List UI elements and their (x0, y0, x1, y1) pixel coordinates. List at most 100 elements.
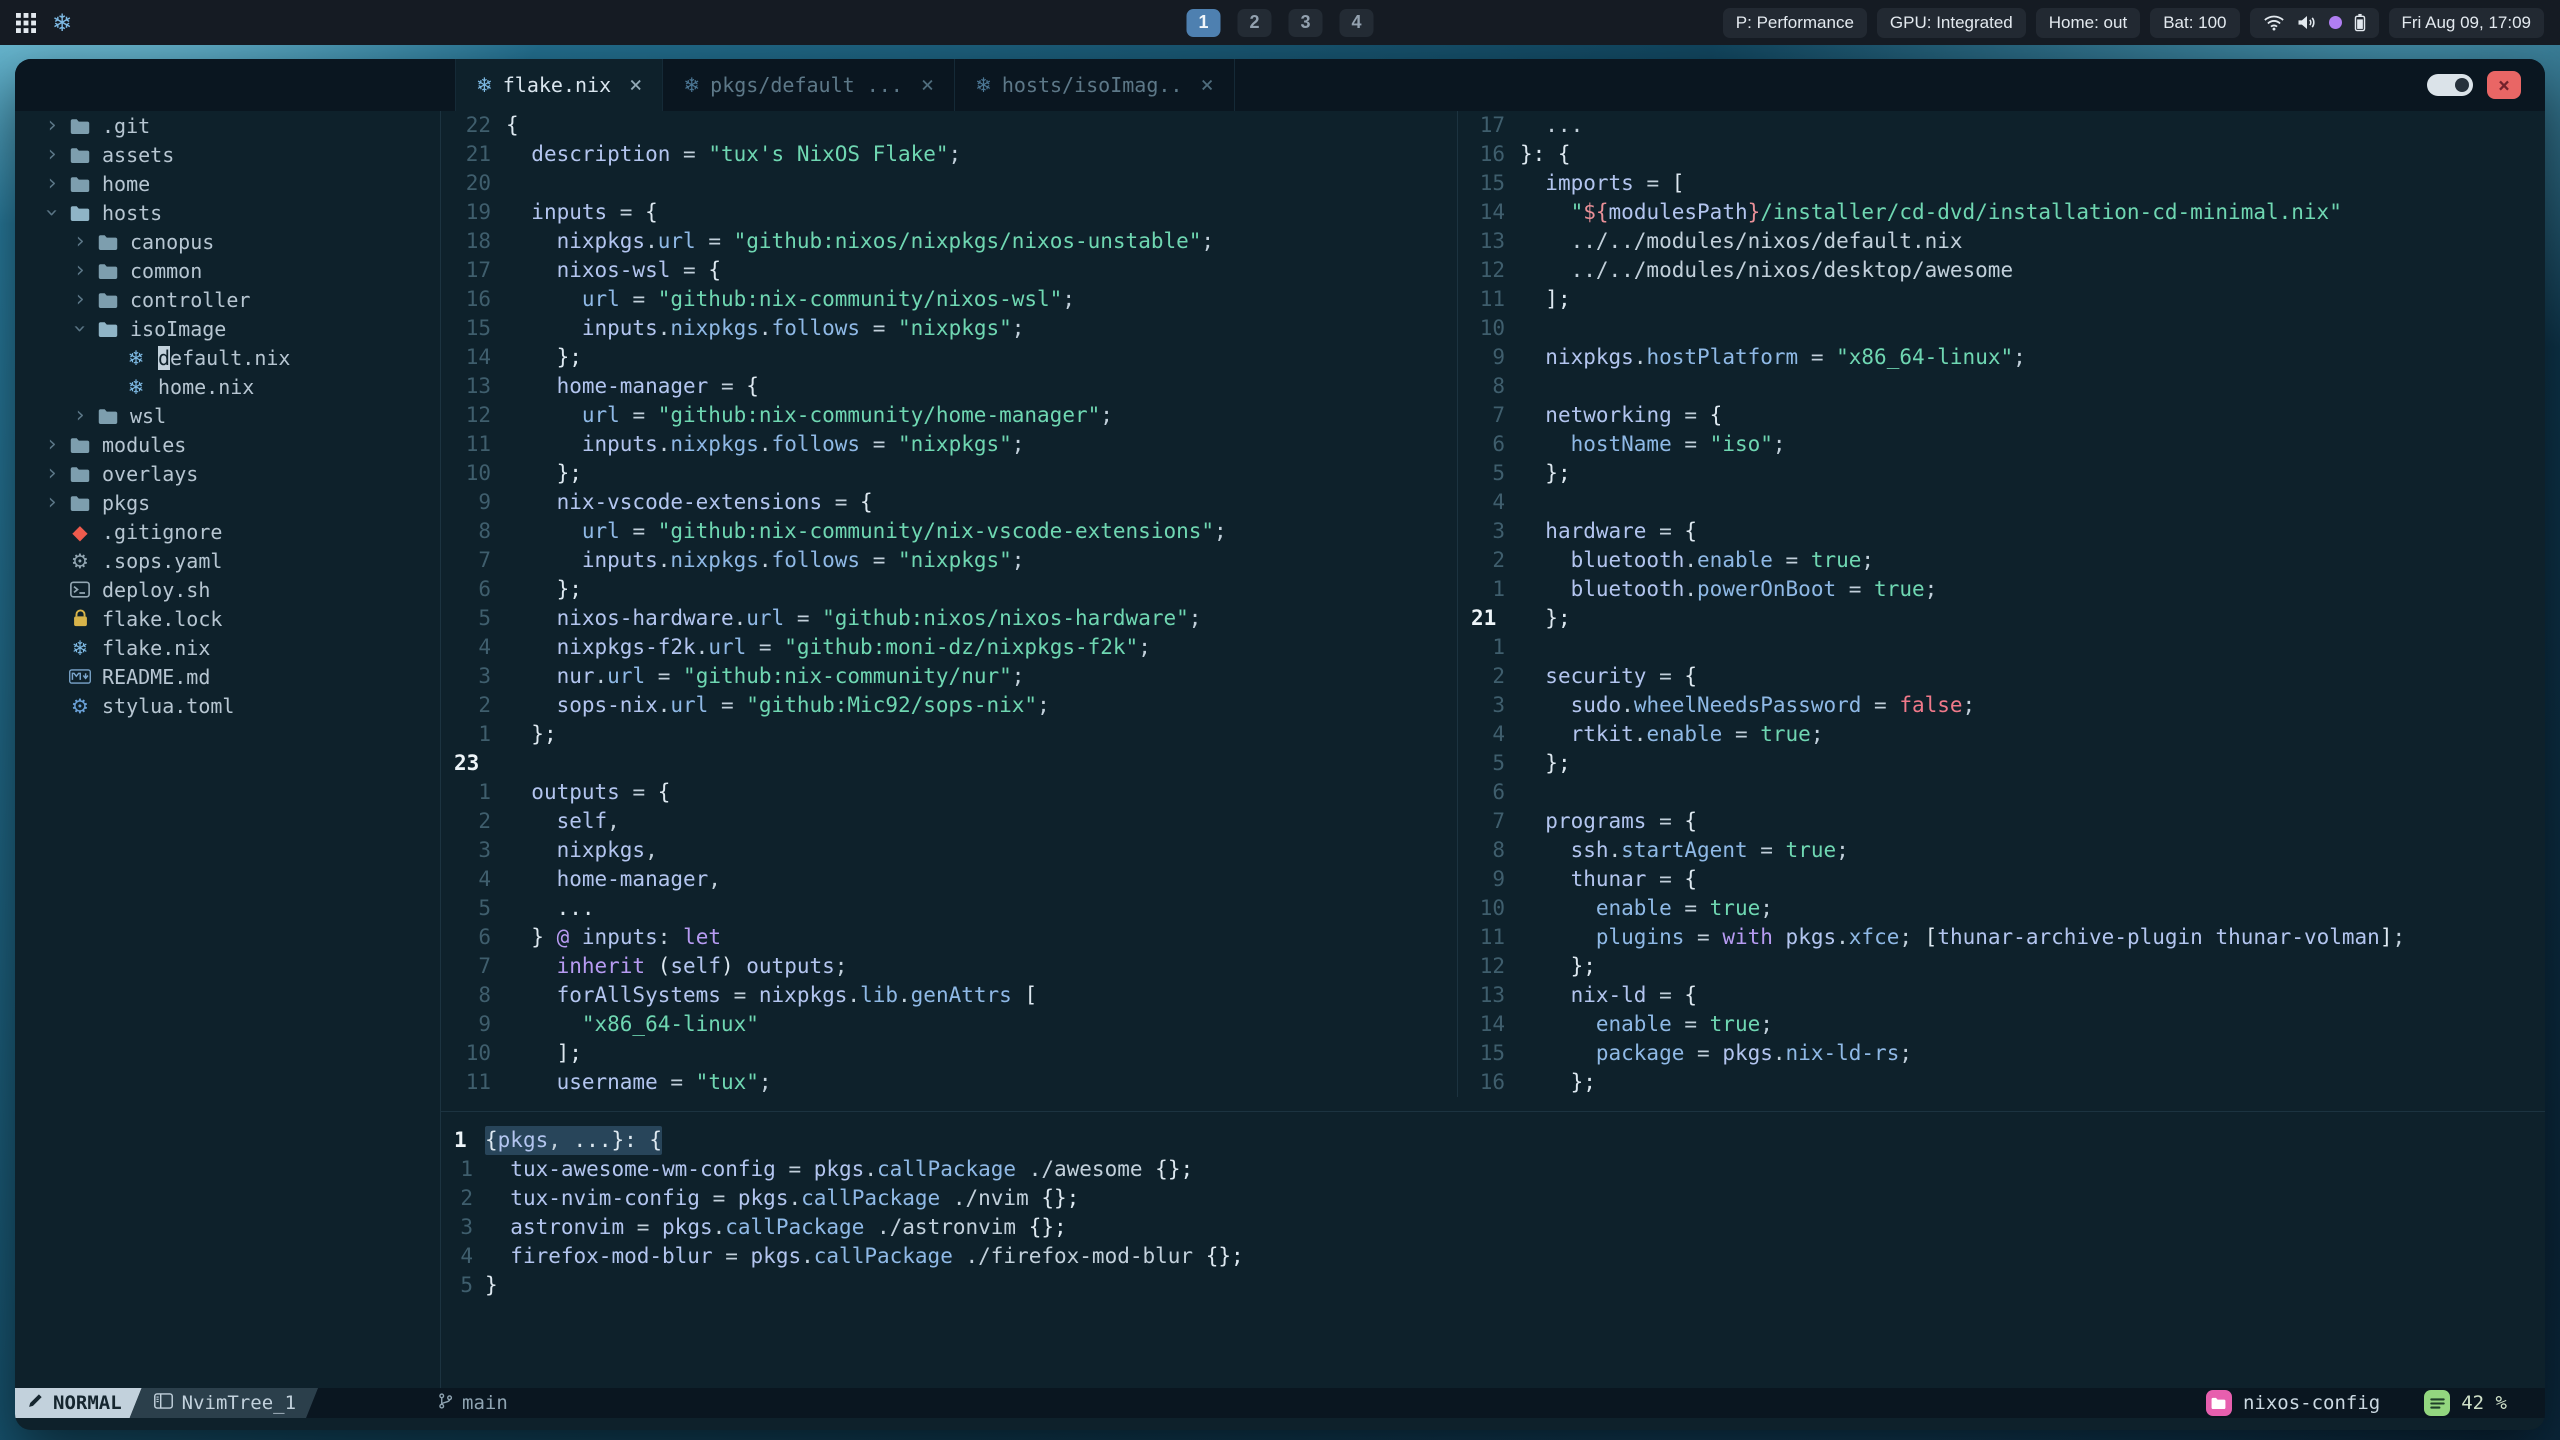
code-line[interactable]: 15 inputs.nixpkgs.follows = "nixpkgs"; (441, 314, 1457, 343)
code-line[interactable]: 4 rtkit.enable = true; (1458, 720, 2545, 749)
status-dot-icon[interactable] (2328, 16, 2342, 29)
code-line[interactable]: 16 }; (1458, 1068, 2545, 1097)
code-line[interactable]: 10 }; (441, 459, 1457, 488)
tree-item-hosts[interactable]: › hosts (15, 198, 440, 227)
code-line[interactable]: 19 inputs = { (441, 198, 1457, 227)
code-line[interactable]: 1 outputs = { (441, 778, 1457, 807)
code-line[interactable]: 7 networking = { (1458, 401, 2545, 430)
code-line[interactable]: 9 "x86_64-linux" (441, 1010, 1457, 1039)
code-line[interactable]: 9 nixpkgs.hostPlatform = "x86_64-linux"; (1458, 343, 2545, 372)
code-line[interactable]: 1 tux-awesome-wm-config = pkgs.callPacka… (441, 1155, 2545, 1184)
tree-item-home[interactable]: › home (15, 169, 440, 198)
tab-close-icon[interactable]: × (921, 73, 934, 98)
tree-item-home.nix[interactable]: ❄ home.nix (15, 372, 440, 401)
code-line[interactable]: 5 }; (1458, 749, 2545, 778)
code-line[interactable]: 2 bluetooth.enable = true; (1458, 546, 2545, 575)
tab-flake.nix[interactable]: ❄ flake.nix × (455, 59, 663, 111)
tree-item-.gitignore[interactable]: ◆ .gitignore (15, 517, 440, 546)
tree-item-flake.nix[interactable]: ❄ flake.nix (15, 633, 440, 662)
chevron-right-icon[interactable]: › (39, 113, 65, 138)
code-line[interactable]: 12 ../../modules/nixos/desktop/awesome (1458, 256, 2545, 285)
code-line[interactable]: 17 ... (1458, 111, 2545, 140)
code-line[interactable]: 18 nixpkgs.url = "github:nixos/nixpkgs/n… (441, 227, 1457, 256)
code-line[interactable]: 21 description = "tux's NixOS Flake"; (441, 140, 1457, 169)
code-line[interactable]: 3 astronvim = pkgs.callPackage ./astronv… (441, 1213, 2545, 1242)
code-line[interactable]: 8 url = "github:nix-community/nix-vscode… (441, 517, 1457, 546)
workspace-button-2[interactable]: 2 (1237, 8, 1272, 37)
app-launcher-icon[interactable] (16, 12, 36, 33)
code-line[interactable]: 8 forAllSystems = nixpkgs.lib.genAttrs [ (441, 981, 1457, 1010)
code-line[interactable]: 12 url = "github:nix-community/home-mana… (441, 401, 1457, 430)
code-line[interactable]: 11 username = "tux"; (441, 1068, 1457, 1097)
code-line[interactable]: 3 nixpkgs, (441, 836, 1457, 865)
chevron-down-icon[interactable]: › (67, 316, 93, 341)
code-line[interactable]: 11 plugins = with pkgs.xfce; [thunar-arc… (1458, 923, 2545, 952)
chevron-right-icon[interactable]: › (67, 229, 93, 254)
tree-item-isoImage[interactable]: › isoImage (15, 314, 440, 343)
code-line[interactable]: 6 (1458, 778, 2545, 807)
code-line[interactable]: 6 }; (441, 575, 1457, 604)
tree-item-pkgs[interactable]: › pkgs (15, 488, 440, 517)
chevron-down-icon[interactable]: › (39, 200, 65, 225)
battery-icon[interactable] (2354, 13, 2366, 32)
code-line[interactable]: 1 {pkgs, ...}: { (441, 1126, 2545, 1155)
code-line[interactable]: 2 self, (441, 807, 1457, 836)
code-line[interactable]: 2 tux-nvim-config = pkgs.callPackage ./n… (441, 1184, 2545, 1213)
tab-close-icon[interactable]: × (1200, 73, 1213, 98)
code-line[interactable]: 4 firefox-mod-blur = pkgs.callPackage ./… (441, 1242, 2545, 1271)
code-line[interactable]: 2 security = { (1458, 662, 2545, 691)
code-line[interactable]: 13 ../../modules/nixos/default.nix (1458, 227, 2545, 256)
code-line[interactable]: 7 inherit (self) outputs; (441, 952, 1457, 981)
tree-item-default.nix[interactable]: ❄ default.nix (15, 343, 440, 372)
tree-item-assets[interactable]: › assets (15, 140, 440, 169)
tree-item-stylua.toml[interactable]: ⚙ stylua.toml (15, 691, 440, 720)
code-line[interactable]: 4 nixpkgs-f2k.url = "github:moni-dz/nixp… (441, 633, 1457, 662)
chevron-right-icon[interactable]: › (39, 461, 65, 486)
nixos-logo-icon[interactable]: ❄ (52, 11, 72, 35)
code-line[interactable]: 6 hostName = "iso"; (1458, 430, 2545, 459)
code-line[interactable]: 1 bluetooth.powerOnBoot = true; (1458, 575, 2545, 604)
tree-item-modules[interactable]: › modules (15, 430, 440, 459)
tree-item-README.md[interactable]: README.md (15, 662, 440, 691)
code-line[interactable]: 1 (1458, 633, 2545, 662)
code-line[interactable]: 1 }; (441, 720, 1457, 749)
code-line[interactable]: 23 (441, 749, 1457, 778)
code-line[interactable]: 20 (441, 169, 1457, 198)
code-line[interactable]: 15 package = pkgs.nix-ld-rs; (1458, 1039, 2545, 1068)
code-line[interactable]: 12 }; (1458, 952, 2545, 981)
code-line[interactable]: 22 { (441, 111, 1457, 140)
window-close-button[interactable]: × (2487, 71, 2521, 99)
code-line[interactable]: 13 home-manager = { (441, 372, 1457, 401)
chevron-right-icon[interactable]: › (39, 142, 65, 167)
code-line[interactable]: 7 inputs.nixpkgs.follows = "nixpkgs"; (441, 546, 1457, 575)
code-line[interactable]: 6 } @ inputs: let (441, 923, 1457, 952)
code-line[interactable]: 17 nixos-wsl = { (441, 256, 1457, 285)
code-line[interactable]: 21 }; (1458, 604, 2545, 633)
code-line[interactable]: 10 (1458, 314, 2545, 343)
chevron-right-icon[interactable]: › (67, 403, 93, 428)
code-line[interactable]: 10 ]; (441, 1039, 1457, 1068)
tab-pkgs/default ...[interactable]: ❄ pkgs/default ... × (662, 59, 954, 111)
code-line[interactable]: 2 sops-nix.url = "github:Mic92/sops-nix"… (441, 691, 1457, 720)
pin-toggle-icon[interactable] (2427, 74, 2473, 96)
tree-item-controller[interactable]: › controller (15, 285, 440, 314)
tree-item-overlays[interactable]: › overlays (15, 459, 440, 488)
code-line[interactable]: 7 programs = { (1458, 807, 2545, 836)
code-line[interactable]: 13 nix-ld = { (1458, 981, 2545, 1010)
chevron-right-icon[interactable]: › (39, 432, 65, 457)
tree-item-wsl[interactable]: › wsl (15, 401, 440, 430)
code-line[interactable]: 3 hardware = { (1458, 517, 2545, 546)
tree-item-.git[interactable]: › .git (15, 111, 440, 140)
code-line[interactable]: 3 sudo.wheelNeedsPassword = false; (1458, 691, 2545, 720)
code-line[interactable]: 8 (1458, 372, 2545, 401)
code-line[interactable]: 4 (1458, 488, 2545, 517)
workspace-button-4[interactable]: 4 (1339, 8, 1374, 37)
code-line[interactable]: 10 enable = true; (1458, 894, 2545, 923)
tree-item-.sops.yaml[interactable]: ⚙ .sops.yaml (15, 546, 440, 575)
code-line[interactable]: 8 ssh.startAgent = true; (1458, 836, 2545, 865)
tab-hosts/isoImag..[interactable]: ❄ hosts/isoImag.. × (954, 59, 1235, 111)
window-separator[interactable] (441, 1097, 2545, 1126)
code-line[interactable]: 9 nix-vscode-extensions = { (441, 488, 1457, 517)
code-line[interactable]: 16}: { (1458, 140, 2545, 169)
code-line[interactable]: 15 imports = [ (1458, 169, 2545, 198)
